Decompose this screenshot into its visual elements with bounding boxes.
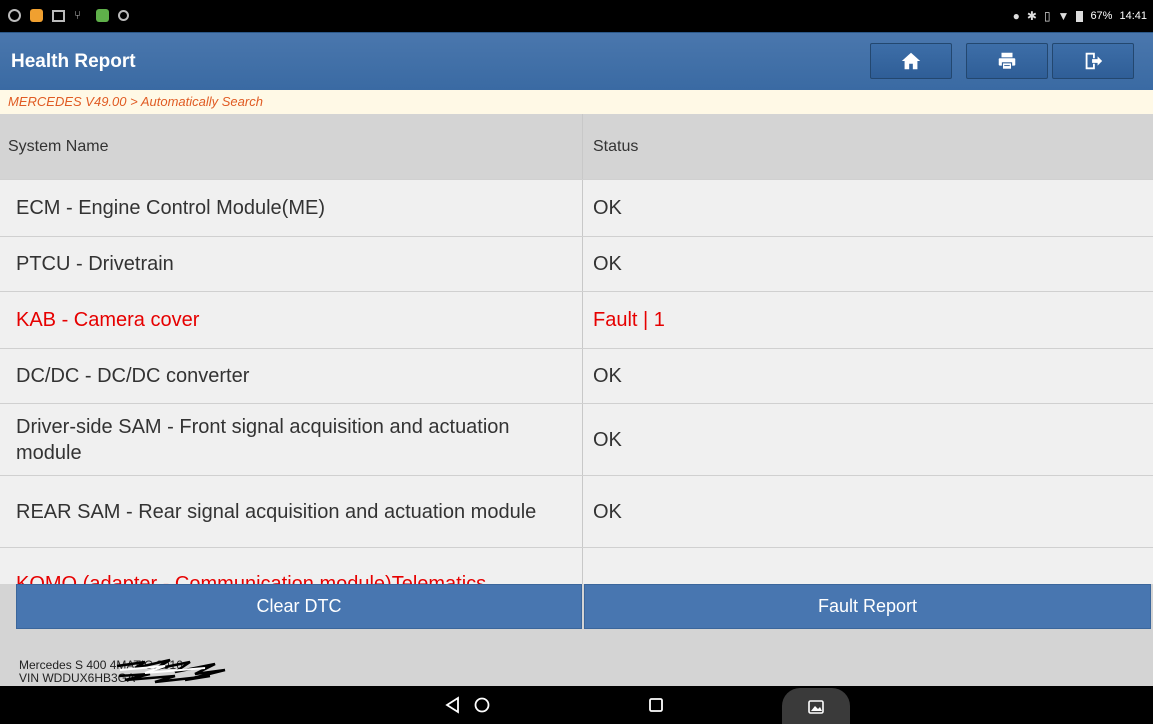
navigation-bar <box>0 686 1153 724</box>
back-icon[interactable] <box>443 695 463 715</box>
column-header-system-name: System Name <box>0 114 583 179</box>
clock: 14:41 <box>1119 10 1147 22</box>
screen-icon <box>52 10 65 22</box>
app-icon <box>96 9 109 22</box>
notification-icon <box>8 9 21 22</box>
table-header: System Name Status <box>0 114 1153 180</box>
system-status: Fault | 1 <box>593 309 665 331</box>
system-name: ECM - Engine Control Module(ME) <box>0 180 583 236</box>
system-status-table[interactable]: System Name Status ECM - Engine Control … <box>0 114 1153 584</box>
clear-dtc-button[interactable]: Clear DTC <box>16 584 582 629</box>
battery-icon <box>1076 10 1084 22</box>
table-row[interactable]: Driver-side SAM - Front signal acquisiti… <box>0 404 1153 476</box>
system-status: OK <box>593 428 622 451</box>
table-row-fault[interactable]: KAB - Camera cover Fault | 1 <box>0 292 1153 349</box>
title-bar: Health Report <box>0 32 1153 90</box>
system-name: PTCU - Drivetrain <box>0 237 583 291</box>
exit-button[interactable] <box>1052 43 1134 79</box>
table-row[interactable]: PTCU - Drivetrain OK <box>0 237 1153 292</box>
system-name: KAB - Camera cover <box>0 292 583 348</box>
recents-icon[interactable] <box>646 695 666 715</box>
home-icon <box>901 52 921 70</box>
system-name: Driver-side SAM - Front signal acquisiti… <box>0 404 583 475</box>
table-row-fault[interactable]: KOMO (adapter - Communication module)Tel… <box>0 548 1153 584</box>
table-row[interactable]: DC/DC - DC/DC converter OK <box>0 349 1153 404</box>
location-icon: ● <box>1012 9 1020 23</box>
user-icon <box>118 10 129 21</box>
app-icon <box>30 9 43 22</box>
system-name: KOMO (adapter - Communication module)Tel… <box>0 548 583 584</box>
system-name: REAR SAM - Rear signal acquisition and a… <box>0 476 583 547</box>
notification-icons: ⑂ <box>8 9 129 22</box>
table-row[interactable]: ECM - Engine Control Module(ME) OK <box>0 180 1153 237</box>
breadcrumb: MERCEDES V49.00 > Automatically Search <box>0 90 1153 114</box>
system-status <box>583 548 1153 584</box>
usb-icon: ⑂ <box>74 8 82 22</box>
home-button[interactable] <box>870 43 952 79</box>
system-status: OK <box>593 365 622 387</box>
screenshot-button[interactable] <box>782 688 850 724</box>
status-bar: ⑂ ● ✱ ▯ ▼ 67% 14:41 <box>0 0 1153 32</box>
system-indicators: ● ✱ ▯ ▼ 67% 14:41 <box>1013 9 1147 23</box>
fault-report-button[interactable]: Fault Report <box>584 584 1151 629</box>
system-status: OK <box>593 253 622 275</box>
print-icon <box>998 52 1016 70</box>
exit-icon <box>1085 52 1103 70</box>
battery-level: 67% <box>1090 10 1113 22</box>
vibrate-icon: ▯ <box>1043 9 1051 23</box>
print-button[interactable] <box>966 43 1048 79</box>
home-nav-icon[interactable] <box>472 695 492 715</box>
redaction-scribble <box>116 658 226 684</box>
system-status: OK <box>593 500 622 523</box>
page-title: Health Report <box>11 51 136 72</box>
vehicle-info: Mercedes S 400 4MATIC 2016 VIN WDDUX6HB3… <box>0 629 1153 686</box>
system-name: DC/DC - DC/DC converter <box>0 349 583 403</box>
table-row[interactable]: REAR SAM - Rear signal acquisition and a… <box>0 476 1153 548</box>
gallery-icon <box>808 700 824 714</box>
system-status: OK <box>593 197 622 219</box>
bluetooth-icon: ✱ <box>1026 9 1037 23</box>
column-header-status: Status <box>593 137 639 155</box>
wifi-icon: ▼ <box>1057 9 1070 23</box>
